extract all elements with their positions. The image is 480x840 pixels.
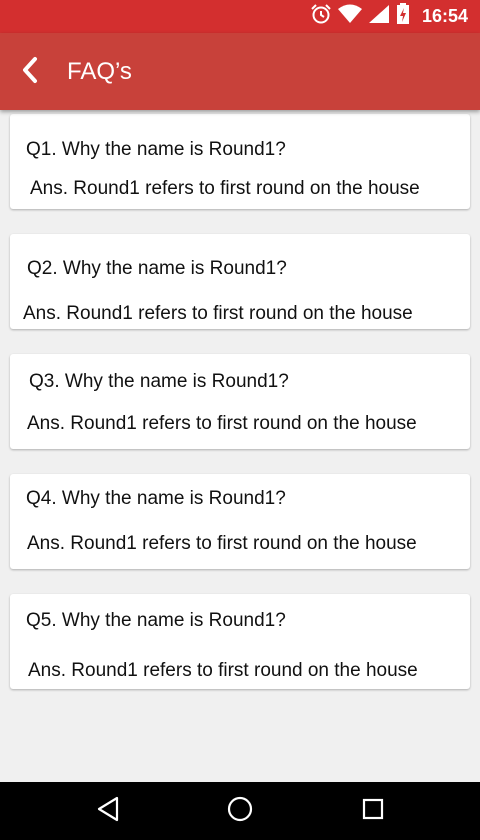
faq-card-3: Q3. Why the name is Round1? Ans. Round1 … — [10, 354, 470, 449]
nav-bar — [0, 782, 480, 840]
alarm-icon — [310, 3, 332, 30]
faq-question: Q4. Why the name is Round1? — [26, 488, 286, 509]
battery-icon — [396, 3, 410, 30]
back-button[interactable] — [8, 50, 52, 94]
page-title: FAQ’s — [67, 58, 132, 85]
faq-answer: Ans. Round1 refers to first round on the… — [27, 533, 417, 554]
nav-recents-button[interactable] — [353, 794, 393, 828]
signal-icon — [368, 4, 390, 29]
faq-question: Q1. Why the name is Round1? — [26, 139, 286, 160]
back-chevron-icon — [20, 56, 40, 89]
status-bar: 16:54 — [0, 0, 480, 33]
nav-home-button[interactable] — [220, 794, 260, 828]
app-bar: FAQ’s — [0, 33, 480, 110]
faq-card-5: Q5. Why the name is Round1? Ans. Round1 … — [10, 594, 470, 689]
faq-answer: Ans. Round1 refers to first round on the… — [23, 303, 413, 324]
faq-question: Q3. Why the name is Round1? — [29, 371, 289, 392]
faq-answer: Ans. Round1 refers to first round on the… — [28, 660, 418, 681]
home-circle-icon — [226, 795, 254, 828]
faq-card-1: Q1. Why the name is Round1? Ans. Round1 … — [10, 114, 470, 209]
status-icons: 16:54 — [310, 0, 468, 33]
faq-card-4: Q4. Why the name is Round1? Ans. Round1 … — [10, 474, 470, 569]
nav-back-button[interactable] — [88, 794, 128, 828]
back-triangle-icon — [96, 796, 120, 827]
faq-question: Q2. Why the name is Round1? — [27, 258, 287, 279]
status-time: 16:54 — [421, 6, 468, 26]
faq-answer: Ans. Round1 refers to first round on the… — [27, 413, 417, 434]
recents-square-icon — [361, 797, 385, 826]
faq-answer: Ans. Round1 refers to first round on the… — [30, 178, 420, 199]
faq-card-2: Q2. Why the name is Round1? Ans. Round1 … — [10, 234, 470, 329]
wifi-icon — [337, 4, 362, 29]
faq-question: Q5. Why the name is Round1? — [26, 610, 286, 631]
